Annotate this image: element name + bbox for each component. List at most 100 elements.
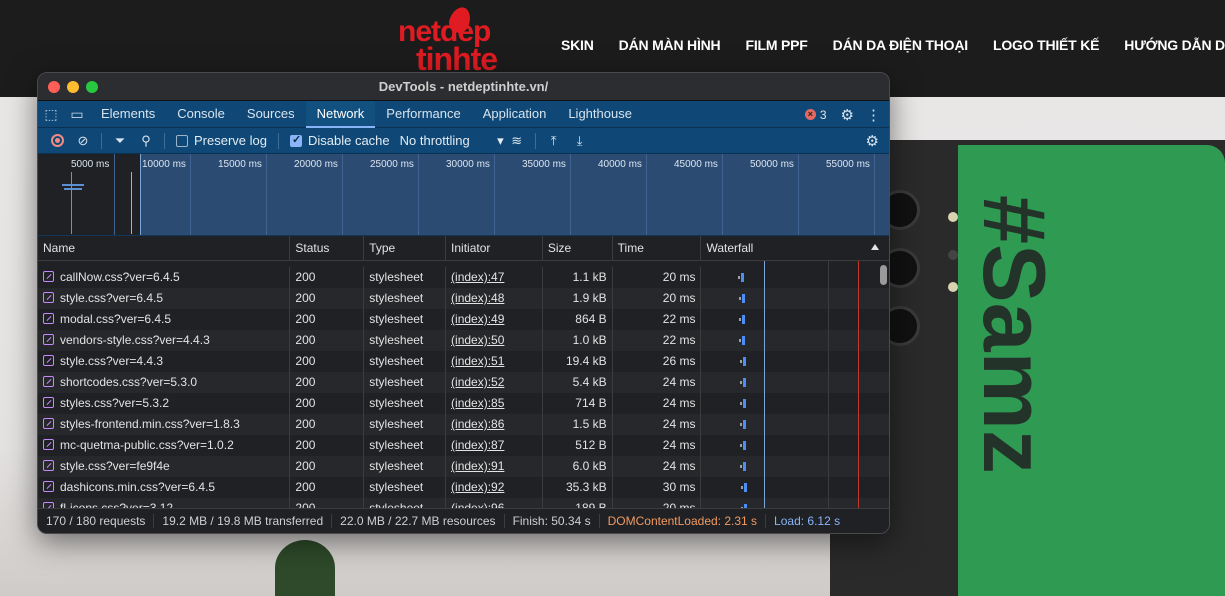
toolbar-divider bbox=[101, 132, 102, 149]
table-row[interactable]: styles-frontend.min.css?ver=1.8.3 200 styl… bbox=[38, 414, 889, 435]
window-titlebar[interactable]: DevTools - netdeptinhte.vn/ bbox=[38, 73, 889, 101]
requests-table-header: Name Status Type Initiator Size Time Wat… bbox=[38, 236, 889, 261]
nav-item-logo[interactable]: LOGO THIẾT KẾ bbox=[993, 37, 1099, 53]
tab-network[interactable]: Network bbox=[305, 100, 376, 128]
tab-lighthouse[interactable]: Lighthouse bbox=[557, 101, 643, 128]
table-row[interactable]: style.css?ver=6.4.5 200 stylesheet (index):… bbox=[38, 288, 889, 309]
filter-button[interactable]: ⏷ bbox=[107, 128, 133, 154]
tab-application[interactable]: Application bbox=[472, 101, 558, 128]
column-header-waterfall[interactable]: Waterfall bbox=[701, 236, 889, 261]
request-type: stylesheet bbox=[364, 414, 447, 435]
record-button[interactable] bbox=[44, 128, 70, 154]
nav-item-dan-da[interactable]: DÁN DA ĐIỆN THOẠI bbox=[833, 37, 969, 53]
request-time: 20 ms bbox=[613, 267, 702, 288]
tab-console[interactable]: Console bbox=[166, 101, 236, 128]
export-har-button[interactable]: ⤓ bbox=[567, 128, 593, 154]
column-header-type[interactable]: Type bbox=[364, 236, 447, 261]
network-overview-timeline[interactable]: 5000 ms 10000 ms 15000 ms 20000 ms 25000… bbox=[38, 154, 889, 236]
phone-skin-text: #Samz bbox=[965, 195, 1064, 474]
clear-button[interactable]: ⊘ bbox=[70, 128, 96, 154]
table-row[interactable]: shortcodes.css?ver=5.3.0 200 stylesheet (in… bbox=[38, 372, 889, 393]
request-name: style.css?ver=fe9f4e bbox=[38, 456, 291, 477]
request-name: mc-quetma-public.css?ver=1.0.2 bbox=[38, 435, 291, 456]
waterfall-download-bar bbox=[743, 399, 747, 408]
network-settings-gear-icon[interactable]: ⚙ bbox=[866, 132, 879, 150]
domcontentloaded-time: DOMContentLoaded: 2.31 s bbox=[600, 514, 767, 528]
request-waterfall bbox=[701, 477, 889, 498]
nav-item-skin[interactable]: SKIN bbox=[561, 37, 594, 53]
request-initiator[interactable]: (index):47 bbox=[446, 267, 543, 288]
request-initiator[interactable]: (index):85 bbox=[446, 393, 543, 414]
request-initiator[interactable]: (index):50 bbox=[446, 330, 543, 351]
table-row[interactable]: styles.css?ver=5.3.2 200 stylesheet (index)… bbox=[38, 393, 889, 414]
throttling-select[interactable]: No throttling ▾ bbox=[400, 133, 504, 149]
nav-item-dan-man-hinh[interactable]: DÁN MÀN HÌNH bbox=[619, 37, 721, 53]
waterfall-download-bar bbox=[743, 462, 747, 471]
request-initiator[interactable]: (index):92 bbox=[446, 477, 543, 498]
column-header-name[interactable]: Name bbox=[38, 236, 291, 261]
request-initiator[interactable]: (index):48 bbox=[446, 288, 543, 309]
nav-item-film-ppf[interactable]: FILM PPF bbox=[745, 37, 807, 53]
search-icon: ⚲ bbox=[141, 132, 151, 148]
request-initiator[interactable]: (index):91 bbox=[446, 456, 543, 477]
overview-gridline bbox=[190, 154, 191, 235]
request-name-text: style.css?ver=4.4.3 bbox=[60, 354, 164, 368]
column-header-initiator[interactable]: Initiator bbox=[446, 236, 543, 261]
error-counter[interactable]: × 3 bbox=[804, 107, 827, 122]
waterfall-wait-bar bbox=[740, 444, 743, 447]
load-time: Load: 6.12 s bbox=[774, 514, 841, 528]
request-initiator[interactable]: (index):52 bbox=[446, 372, 543, 393]
nav-item-huong-dan[interactable]: HƯỚNG DẪN DÁN bbox=[1124, 37, 1225, 53]
request-time: 24 ms bbox=[613, 456, 702, 477]
table-row[interactable]: modal.css?ver=6.4.5 200 stylesheet (index):… bbox=[38, 309, 889, 330]
table-row[interactable]: dashicons.min.css?ver=6.4.5 200 stylesheet… bbox=[38, 477, 889, 498]
request-initiator[interactable]: (index):49 bbox=[446, 309, 543, 330]
overview-gridline bbox=[266, 154, 267, 235]
overview-time-label: 50000 ms bbox=[750, 159, 794, 170]
request-type: stylesheet bbox=[364, 330, 447, 351]
device-toolbar-icon[interactable]: ▭ bbox=[64, 101, 90, 128]
request-time: 22 ms bbox=[613, 309, 702, 330]
overview-gridline bbox=[646, 154, 647, 235]
more-options-icon[interactable]: ⋮ bbox=[866, 106, 881, 124]
settings-gear-icon[interactable]: ⚙ bbox=[841, 106, 854, 124]
request-initiator[interactable]: (index):87 bbox=[446, 435, 543, 456]
camera-sensor bbox=[948, 250, 958, 260]
request-waterfall bbox=[701, 267, 889, 288]
site-logo[interactable]: netdep tinhte bbox=[398, 4, 518, 77]
column-header-time[interactable]: Time bbox=[613, 236, 702, 261]
request-initiator[interactable]: (index):51 bbox=[446, 351, 543, 372]
tab-sources[interactable]: Sources bbox=[236, 101, 306, 128]
import-har-button[interactable]: ⤒ bbox=[541, 128, 567, 154]
camera-flash bbox=[948, 282, 958, 292]
table-row[interactable]: mc-quetma-public.css?ver=1.0.2 200 stylesh… bbox=[38, 435, 889, 456]
table-row[interactable]: vendors-style.css?ver=4.4.3 200 stylesheet… bbox=[38, 330, 889, 351]
table-row[interactable]: callNow.css?ver=6.4.5 200 stylesheet (index… bbox=[38, 267, 889, 288]
stylesheet-file-icon bbox=[43, 271, 54, 282]
inspect-element-icon[interactable]: ⬚ bbox=[38, 101, 64, 128]
request-type: stylesheet bbox=[364, 372, 447, 393]
table-row[interactable]: style.css?ver=4.4.3 200 stylesheet (index):… bbox=[38, 351, 889, 372]
waterfall-download-bar bbox=[742, 336, 746, 345]
search-button[interactable]: ⚲ bbox=[133, 128, 159, 154]
window-title: DevTools - netdeptinhte.vn/ bbox=[378, 79, 549, 94]
network-conditions-button[interactable]: ≋ bbox=[504, 128, 530, 154]
request-time: 30 ms bbox=[613, 477, 702, 498]
table-row[interactable]: style.css?ver=fe9f4e 200 stylesheet (index)… bbox=[38, 456, 889, 477]
request-size: 19.4 kB bbox=[543, 351, 613, 372]
devtools-window: DevTools - netdeptinhte.vn/ ⬚ ▭ Elements… bbox=[37, 72, 890, 534]
request-name-text: vendors-style.css?ver=4.4.3 bbox=[60, 333, 210, 347]
tab-elements[interactable]: Elements bbox=[90, 101, 166, 128]
column-header-size[interactable]: Size bbox=[543, 236, 613, 261]
request-name-text: style.css?ver=6.4.5 bbox=[60, 291, 164, 305]
disable-cache-checkbox[interactable]: Disable cache bbox=[289, 133, 390, 148]
request-initiator[interactable]: (index):86 bbox=[446, 414, 543, 435]
request-waterfall bbox=[701, 288, 889, 309]
preserve-log-checkbox[interactable]: Preserve log bbox=[176, 133, 267, 148]
waterfall-wait-bar bbox=[740, 381, 743, 384]
tab-performance[interactable]: Performance bbox=[375, 101, 471, 128]
overview-time-label: 35000 ms bbox=[522, 159, 566, 170]
overview-gridline bbox=[798, 154, 799, 235]
column-header-status[interactable]: Status bbox=[290, 236, 365, 261]
error-count: 3 bbox=[819, 107, 827, 122]
